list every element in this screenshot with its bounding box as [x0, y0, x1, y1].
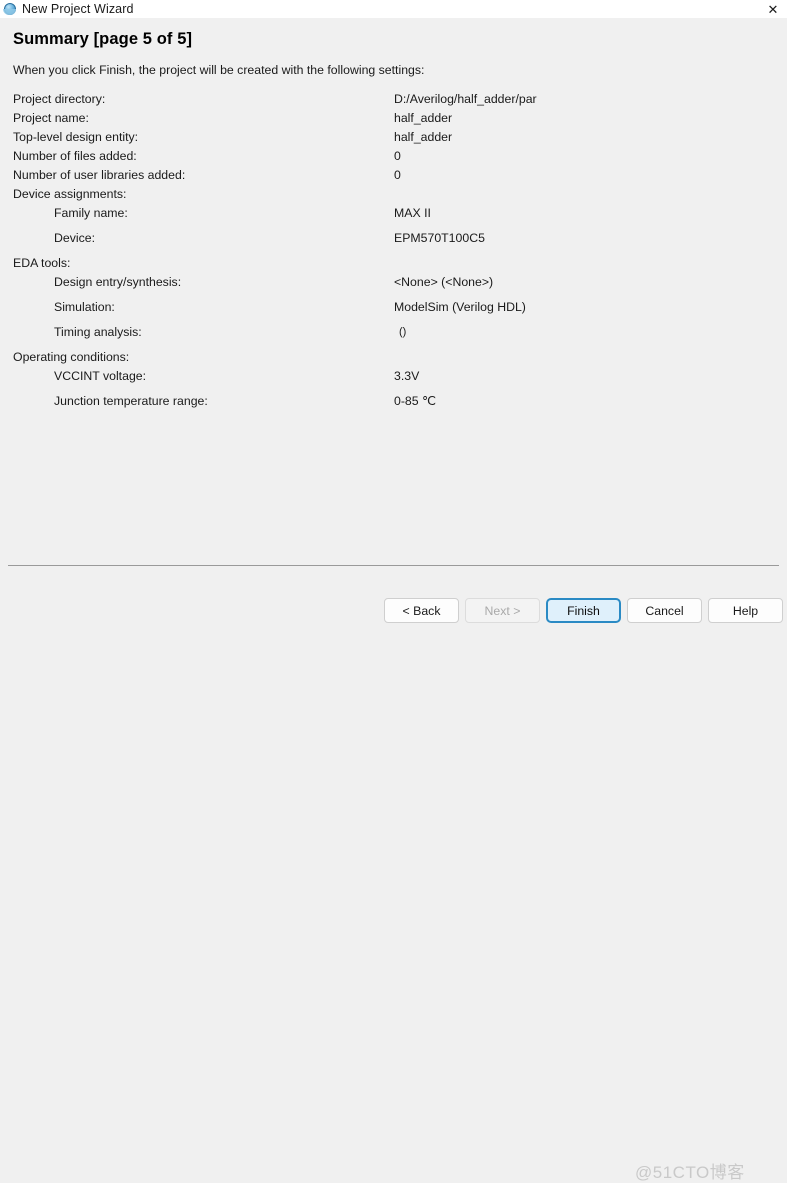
summary-row: Timing analysis: () [0, 325, 787, 350]
summary-row: Project directory: D:/Averilog/half_adder… [0, 92, 787, 111]
summary-row: VCCINT voltage: 3.3V [0, 369, 787, 394]
summary-value: () [399, 326, 406, 338]
summary-label: Number of user libraries added: [13, 168, 185, 182]
summary-value: half_adder [394, 111, 452, 125]
summary-row: Operating conditions: [0, 350, 787, 369]
cancel-button[interactable]: Cancel [627, 598, 702, 623]
summary-row: EDA tools: [0, 256, 787, 275]
summary-row: Family name: MAX II [0, 206, 787, 231]
summary-label: Device assignments: [13, 187, 126, 201]
summary-row: Top-level design entity: half_adder [0, 130, 787, 149]
summary-row: Number of user libraries added: 0 [0, 168, 787, 187]
next-button: Next > [465, 598, 540, 623]
wizard-button-bar: < Back Next > Finish Cancel Help @51CTO博… [0, 578, 787, 609]
window-title: New Project Wizard [22, 2, 134, 16]
globe-icon [3, 2, 17, 16]
summary-row: Number of files added: 0 [0, 149, 787, 168]
summary-label: VCCINT voltage: [54, 369, 146, 383]
summary-label: Junction temperature range: [54, 394, 208, 408]
summary-value: 0 [394, 149, 401, 163]
help-button[interactable]: Help [708, 598, 783, 623]
summary-label: Design entry/synthesis: [54, 275, 181, 289]
summary-value: <None> (<None>) [394, 275, 493, 289]
summary-value: ModelSim (Verilog HDL) [394, 300, 526, 314]
summary-row: Design entry/synthesis: <None> (<None>) [0, 275, 787, 300]
summary-label: Project directory: [13, 92, 105, 106]
summary-value: half_adder [394, 130, 452, 144]
close-icon[interactable]: ✕ [759, 0, 787, 18]
summary-settings-list: Project directory: D:/Averilog/half_adder… [0, 92, 787, 419]
wizard-page: Summary [page 5 of 5] When you click Fin… [0, 18, 787, 609]
summary-label: Top-level design entity: [13, 130, 138, 144]
window-titlebar: New Project Wizard ✕ [0, 0, 787, 19]
summary-label: Operating conditions: [13, 350, 129, 364]
footer-separator [8, 565, 779, 566]
page-description: When you click Finish, the project will … [13, 63, 424, 77]
summary-label: Number of files added: [13, 149, 137, 163]
summary-value: 3.3V [394, 369, 419, 383]
summary-value: EPM570T100C5 [394, 231, 485, 245]
summary-label: Device: [54, 231, 95, 245]
summary-label: Project name: [13, 111, 89, 125]
finish-button[interactable]: Finish [546, 598, 621, 623]
page-title: Summary [page 5 of 5] [13, 30, 192, 49]
summary-value: MAX II [394, 206, 431, 220]
summary-label: Simulation: [54, 300, 115, 314]
summary-label: EDA tools: [13, 256, 70, 270]
summary-row: Junction temperature range: 0-85 ℃ [0, 394, 787, 419]
summary-row: Device assignments: [0, 187, 787, 206]
summary-value: 0 [394, 168, 401, 182]
summary-label: Family name: [54, 206, 128, 220]
back-button[interactable]: < Back [384, 598, 459, 623]
summary-row: Device: EPM570T100C5 [0, 231, 787, 256]
summary-value: 0-85 ℃ [394, 394, 436, 408]
summary-label: Timing analysis: [54, 325, 142, 339]
summary-row: Project name: half_adder [0, 111, 787, 130]
summary-row: Simulation: ModelSim (Verilog HDL) [0, 300, 787, 325]
watermark-text: @51CTO博客 [635, 1158, 745, 1183]
summary-value: D:/Averilog/half_adder/par [394, 92, 537, 106]
